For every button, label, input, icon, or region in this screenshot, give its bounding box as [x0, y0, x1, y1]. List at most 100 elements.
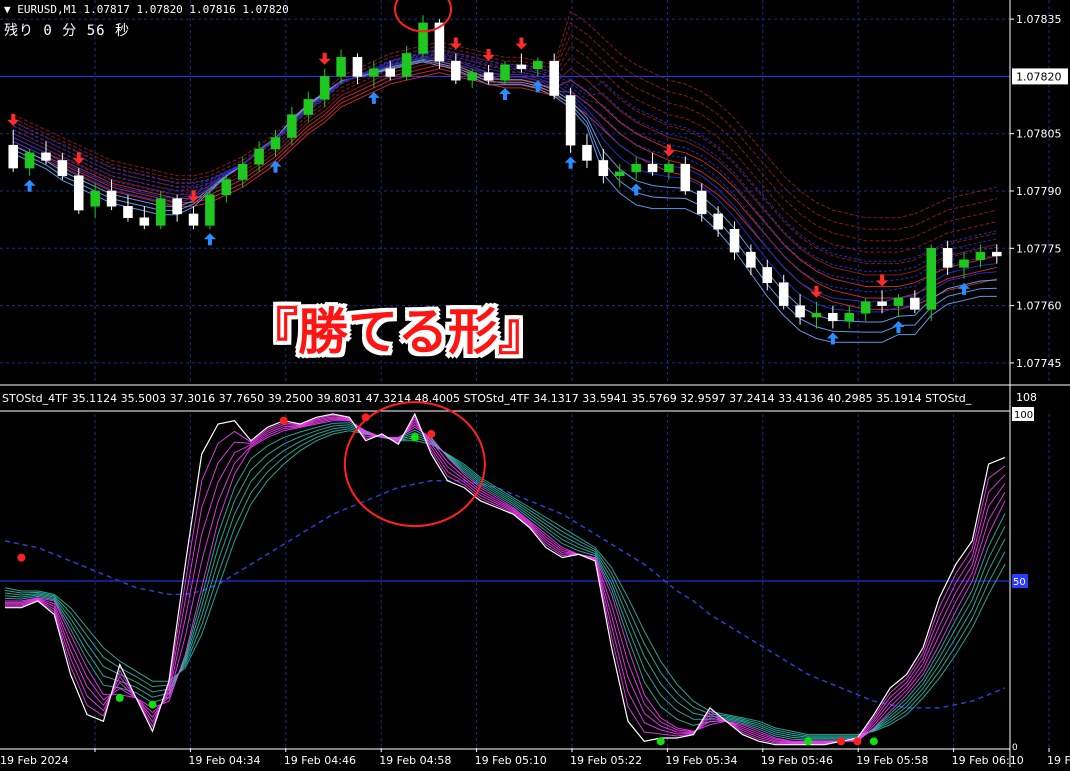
time-axis-label: 19 Feb 04:58: [379, 754, 451, 767]
price-tick-label: 1.07790: [1016, 185, 1062, 198]
candle-body: [352, 57, 363, 77]
candle-body: [762, 267, 773, 283]
chart-canvas[interactable]: 1.07835 1.07805 1.07790 1.07775 1.07760 1.077…: [0, 0, 1070, 767]
osc-tick-label: 0: [1012, 743, 1018, 753]
overlay-title: 『勝てる形』: [248, 303, 548, 361]
candle-body: [90, 190, 100, 207]
candle-body: [516, 64, 527, 70]
time-axis-label: 19 Feb 06:22: [1047, 754, 1070, 767]
time-axis-label: 19 Feb 05:10: [475, 754, 547, 767]
candle-body: [696, 190, 707, 215]
osc-legend: STOStd_4TF 35.1124 35.5003 37.3016 37.76…: [2, 392, 972, 405]
candle-body: [221, 179, 232, 196]
candle-body: [205, 194, 215, 226]
candle-body: [57, 160, 68, 176]
candle-body: [746, 251, 756, 268]
candle-body: [910, 297, 920, 310]
candle-body: [959, 259, 969, 268]
time-axis-label: 19 Feb 05:34: [665, 754, 737, 767]
stoch-green-dot: [115, 693, 124, 702]
candle-body: [942, 248, 953, 268]
candle-body: [8, 144, 18, 169]
time-axis-label: 19 Feb 2024: [0, 754, 68, 767]
candle-body: [401, 53, 412, 77]
candle-body: [926, 248, 936, 310]
candle-body: [844, 312, 855, 322]
stoch-green-dot: [410, 433, 419, 442]
bar-countdown: 残り 0 分 56 秒: [4, 23, 131, 39]
stoch-red-dot: [427, 430, 436, 439]
candle-body: [713, 213, 723, 230]
osc-tick-label: 50: [1013, 577, 1026, 588]
price-tick-label: 1.07775: [1016, 242, 1062, 255]
chart-window[interactable]: 1.07835 1.07805 1.07790 1.07775 1.07760 1.077…: [0, 0, 1070, 767]
chart-background: [0, 0, 1070, 767]
candle-body: [139, 217, 150, 226]
stoch-red-dot: [853, 737, 862, 746]
candle-body: [451, 60, 461, 81]
candle-body: [795, 305, 805, 318]
candle-body: [647, 164, 658, 173]
candle-body: [418, 22, 428, 54]
candle-body: [123, 206, 133, 218]
candle-body: [811, 312, 822, 318]
candle-body: [500, 64, 510, 81]
candle-body: [877, 301, 887, 306]
stoch-green-dot: [869, 737, 878, 746]
candle-body: [270, 137, 281, 150]
price-tick-label: 1.07760: [1016, 300, 1062, 313]
candle-body: [828, 312, 838, 322]
time-axis-label: 19 Feb 05:22: [570, 754, 642, 767]
current-price-label: 1.07820: [1016, 70, 1062, 83]
candle-body: [41, 152, 51, 161]
candle-body: [975, 251, 986, 261]
candle-body: [188, 213, 199, 226]
candle-body: [106, 190, 117, 207]
stoch-green-dot: [656, 737, 665, 746]
candle-body: [860, 301, 871, 314]
candle-body: [778, 282, 789, 306]
candle-body: [631, 164, 641, 173]
price-tick-label: 1.07835: [1016, 13, 1062, 26]
candle-body: [172, 198, 182, 215]
time-axis-label: 19 Feb 06:10: [952, 754, 1024, 767]
price-tick-label: 1.07805: [1016, 128, 1062, 141]
candle-body: [155, 198, 166, 226]
candle-body: [549, 60, 559, 96]
candle-body: [336, 57, 346, 77]
time-axis-label: 19 Feb 04:34: [188, 754, 260, 767]
time-axis-label: 19 Feb 05:58: [856, 754, 928, 767]
candle-body: [24, 152, 35, 169]
stoch-green-dot: [804, 737, 813, 746]
candle-body: [74, 175, 84, 211]
candle-body: [614, 171, 625, 176]
candle-body: [680, 164, 691, 192]
candle-body: [729, 228, 740, 253]
candle-body: [992, 251, 1002, 257]
candle-body: [303, 99, 314, 115]
candle-body: [483, 72, 494, 81]
candle-body: [369, 68, 379, 77]
candle-body: [565, 95, 576, 146]
candle-body: [533, 60, 543, 70]
stoch-green-dot: [148, 700, 157, 709]
stoch-red-dot: [17, 553, 26, 562]
candle-body: [582, 144, 592, 161]
candle-body: [385, 68, 396, 77]
stoch-red-dot: [837, 737, 846, 746]
osc-tick-label: 100: [1014, 410, 1033, 421]
candle-body: [467, 72, 477, 81]
price-tick-label: 1.07745: [1016, 357, 1062, 370]
candle-body: [254, 148, 264, 165]
stoch-red-dot: [279, 416, 288, 425]
candle-body: [237, 164, 248, 180]
candle-body: [598, 160, 609, 176]
symbol-title: ▼ EURUSD,M1 1.07817 1.07820 1.07816 1.07…: [4, 3, 289, 16]
osc-tick-label: 108: [1016, 391, 1037, 404]
candle-body: [287, 114, 297, 138]
time-axis-label: 19 Feb 04:46: [284, 754, 356, 767]
candle-body: [319, 76, 330, 100]
time-axis-label: 19 Feb 05:46: [761, 754, 833, 767]
candle-body: [893, 297, 904, 306]
candle-body: [664, 164, 674, 173]
